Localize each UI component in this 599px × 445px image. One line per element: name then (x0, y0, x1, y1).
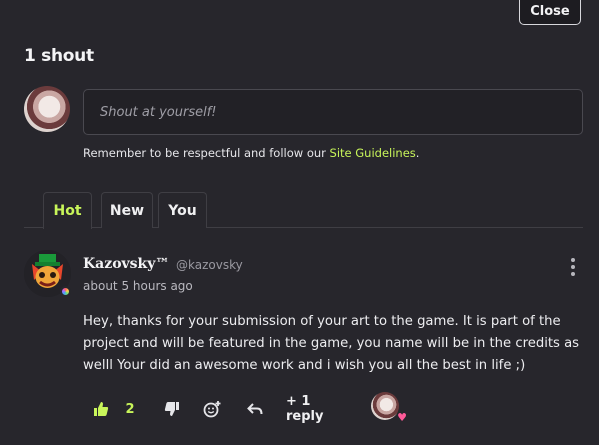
add-reaction-button[interactable] (201, 395, 223, 423)
guidelines-period: . (415, 146, 420, 160)
show-replies-button[interactable]: + 1 reply (286, 394, 346, 424)
dislike-button[interactable] (163, 395, 181, 423)
guidelines-notice: Remember to be respectful and follow our… (83, 146, 419, 160)
site-guidelines-link[interactable]: Site Guidelines (330, 146, 416, 160)
current-user-avatar (24, 86, 70, 132)
guidelines-text: Remember to be respectful and follow our (83, 146, 330, 160)
comment-author-handle: @kazovsky (176, 258, 243, 272)
comment-body: Hey, thanks for your submission of your … (83, 314, 580, 373)
like-count: 2 (125, 401, 135, 417)
add-reaction-icon (203, 401, 221, 418)
reply-icon (247, 403, 263, 415)
tab-new[interactable]: New (101, 192, 153, 228)
shout-input[interactable] (83, 89, 583, 135)
thumbs-up-icon (94, 402, 109, 416)
close-button[interactable]: Close (519, 0, 581, 25)
thumbs-down-icon (164, 402, 179, 416)
like-button[interactable] (91, 395, 111, 423)
reply-author-avatar[interactable] (371, 392, 399, 420)
comment-author[interactable]: Kazovsky™ (83, 256, 169, 272)
user-level-badge (60, 286, 71, 297)
tab-hot[interactable]: Hot (43, 192, 92, 229)
reply-button[interactable] (245, 395, 265, 423)
kebab-menu-icon[interactable] (566, 258, 580, 276)
heart-icon: ♥ (397, 410, 407, 424)
comment-timestamp: about 5 hours ago (83, 279, 193, 293)
page-title: 1 shout (24, 46, 94, 66)
tab-you[interactable]: You (158, 192, 207, 228)
